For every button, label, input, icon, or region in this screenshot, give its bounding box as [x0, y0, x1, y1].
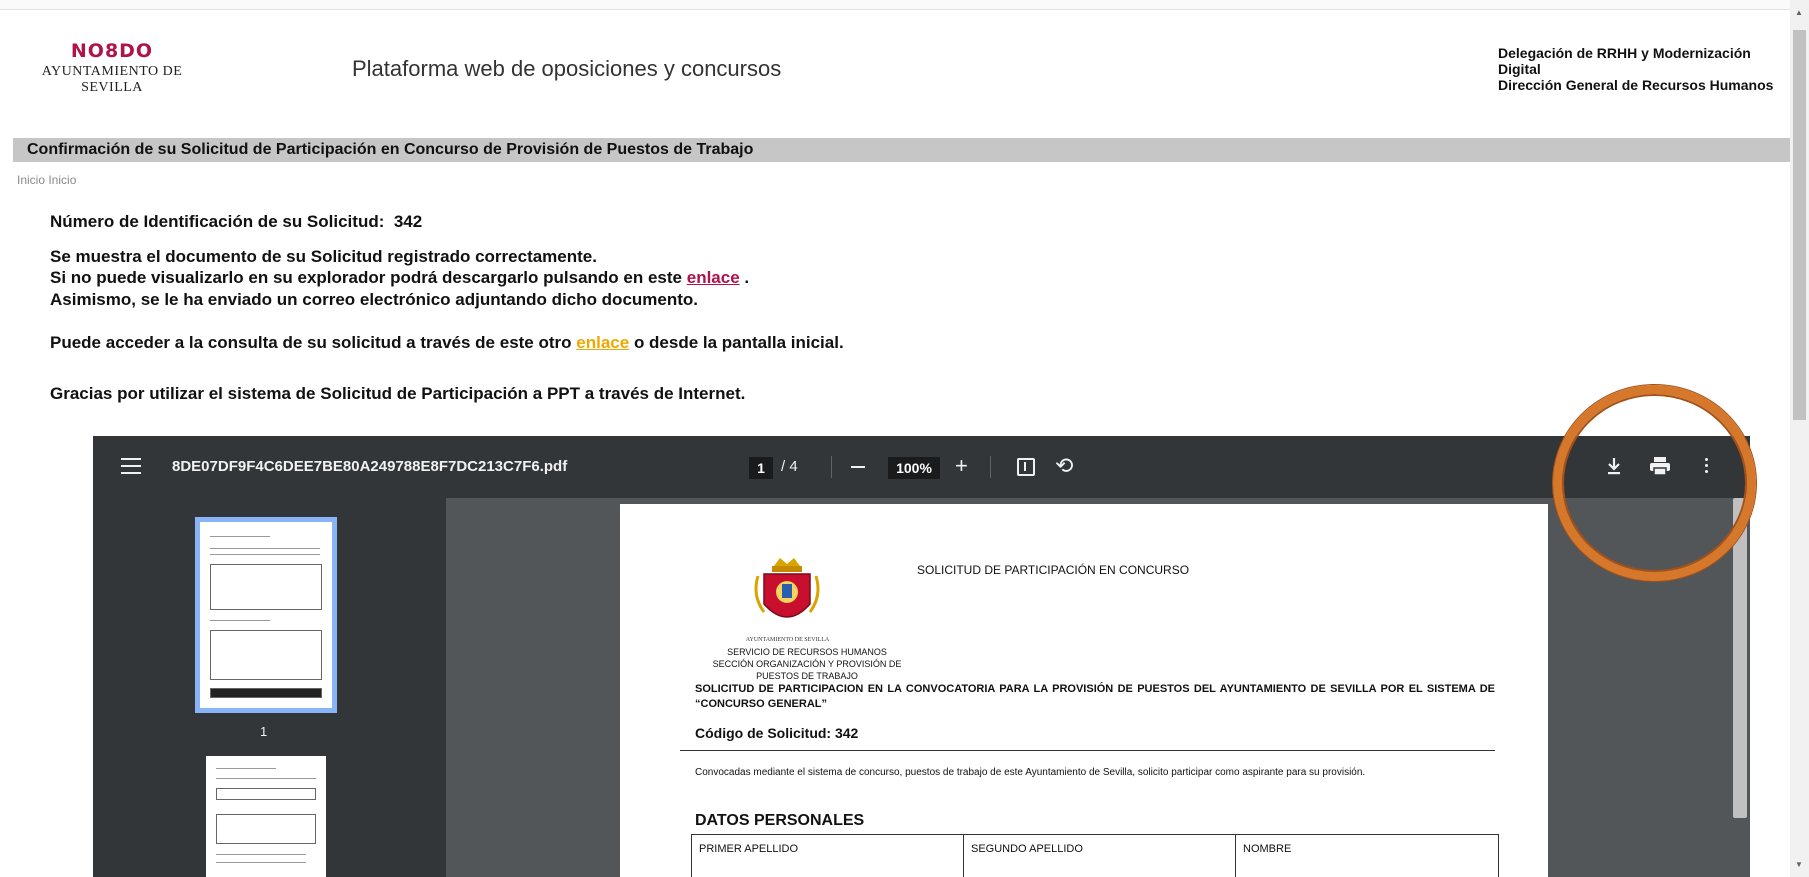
pdf-filename: 8DE07DF9F4C6DEE7BE80A249788E8F7DC213C7F6…	[172, 458, 568, 475]
pdf-datos-table: PRIMER APELLIDO SEGUNDO APELLIDO NOMBRE	[691, 834, 1499, 877]
pdf-page: SOLICITUD DE PARTICIPACIÓN EN CONCURSO A…	[620, 504, 1548, 877]
pdf-scrollbar-thumb[interactable]	[1733, 498, 1747, 818]
print-icon[interactable]	[1649, 456, 1671, 481]
info-line-4-end: o desde la pantalla inicial.	[633, 333, 844, 352]
platform-title: Plataforma web de oposiciones y concurso…	[352, 56, 782, 81]
pdf-service-line-2: SECCIÓN ORGANIZACIÓN Y PROVISIÓN DE	[712, 659, 902, 669]
pdf-datos-personales-title: DATOS PERSONALES	[695, 812, 865, 829]
download-link[interactable]: enlace	[687, 268, 740, 287]
pdf-solicitud-title: SOLICITUD DE PARTICIPACIÓN EN CONCURSO	[917, 563, 1190, 577]
toolbar-divider	[990, 456, 991, 478]
scroll-up-icon[interactable]: ▲	[1795, 8, 1803, 17]
pdf-viewer[interactable]: 8DE07DF9F4C6DEE7BE80A249788E8F7DC213C7F6…	[93, 436, 1750, 877]
page-thumbnail-2[interactable]	[206, 756, 326, 877]
info-line-4: Puede acceder a la consulta de su solici…	[50, 333, 844, 353]
page-scrollbar[interactable]: ▲ ▼	[1790, 0, 1809, 877]
page-number-input[interactable]: 1	[749, 457, 773, 479]
menu-icon[interactable]	[121, 458, 141, 474]
pdf-heading: SOLICITUD DE PARTICIPACION EN LA CONVOCA…	[695, 683, 1495, 710]
consulta-link[interactable]: enlace	[576, 333, 629, 352]
delegacion-info: Delegación de RRHH y Modernización Digit…	[1498, 45, 1788, 93]
more-vert-icon[interactable]	[1705, 458, 1708, 476]
pdf-service-line-1: SERVICIO DE RECURSOS HUMANOS	[727, 647, 887, 657]
pdf-divider	[680, 750, 1495, 751]
rotate-icon[interactable]: ⟲	[1055, 453, 1073, 479]
pdf-toolbar: 8DE07DF9F4C6DEE7BE80A249788E8F7DC213C7F6…	[93, 436, 1750, 498]
scroll-down-icon[interactable]: ▼	[1795, 860, 1803, 869]
toolbar-divider	[831, 456, 832, 478]
pdf-col-segundo-apellido: SEGUNDO APELLIDO	[964, 835, 1236, 877]
info-line-3: Asimismo, se le ha enviado un correo ele…	[50, 290, 699, 309]
pdf-service-line-3: PUESTOS DE TRABAJO	[756, 671, 858, 681]
pdf-col-primer-apellido: PRIMER APELLIDO	[692, 835, 964, 877]
info-line-1: Se muestra el documento de su Solicitud …	[50, 247, 597, 266]
logo-ayuntamiento-text: AYUNTAMIENTO DE SEVILLA	[41, 64, 183, 95]
ayuntamiento-logo[interactable]: NO8DO AYUNTAMIENTO DE SEVILLA	[12, 40, 212, 96]
download-icon[interactable]	[1605, 456, 1623, 481]
pdf-col-nombre: NOMBRE	[1243, 843, 1292, 855]
pdf-crest-caption: AYUNTAMIENTO DE SEVILLA	[745, 637, 830, 643]
fit-page-icon[interactable]	[1017, 458, 1035, 476]
breadcrumb[interactable]: Inicio Inicio	[17, 173, 76, 187]
delegacion-line-1: Delegación de RRHH y Modernización Digit…	[1498, 45, 1751, 77]
info-line-2: Si no puede visualizarlo en su explorado…	[50, 268, 749, 288]
solicitud-id-label: Número de Identificación de su Solicitud…	[50, 212, 385, 231]
page-thumbnail-1[interactable]	[195, 517, 337, 713]
coat-of-arms-icon	[754, 558, 820, 618]
page-title-bar: Confirmación de su Solicitud de Particip…	[13, 138, 1790, 162]
page-scrollbar-thumb[interactable]	[1793, 30, 1806, 420]
plus-icon[interactable]: +	[955, 455, 968, 477]
info-line-4-text: Puede acceder a la consulta de su solici…	[50, 333, 572, 352]
page-total: / 4	[781, 458, 798, 475]
solicitud-id-line: Número de Identificación de su Solicitud…	[50, 212, 422, 232]
info-line-2-end: .	[744, 268, 750, 287]
pdf-solicitud-code: Código de Solicitud: 342	[695, 725, 859, 741]
minus-icon[interactable]	[851, 466, 865, 468]
delegacion-line-2: Dirección General de Recursos Humanos	[1498, 77, 1774, 93]
pdf-intro-text: Convocadas mediante el sistema de concur…	[695, 767, 1366, 778]
thanks-line: Gracias por utilizar el sistema de Solic…	[50, 384, 746, 403]
logo-nodo-text: NO8DO	[70, 40, 154, 62]
browser-top-strip	[0, 0, 1790, 10]
pdf-service-block: SERVICIO DE RECURSOS HUMANOS SECCIÓN ORG…	[702, 646, 912, 682]
thumbnail-1-label: 1	[260, 724, 268, 739]
solicitud-id-value: 342	[393, 212, 423, 231]
zoom-level-input[interactable]: 100%	[888, 457, 940, 479]
thumbnail-sidebar: 1	[93, 498, 446, 877]
info-line-2-text: Si no puede visualizarlo en su explorado…	[50, 268, 682, 287]
page-title: Confirmación de su Solicitud de Particip…	[27, 141, 754, 158]
